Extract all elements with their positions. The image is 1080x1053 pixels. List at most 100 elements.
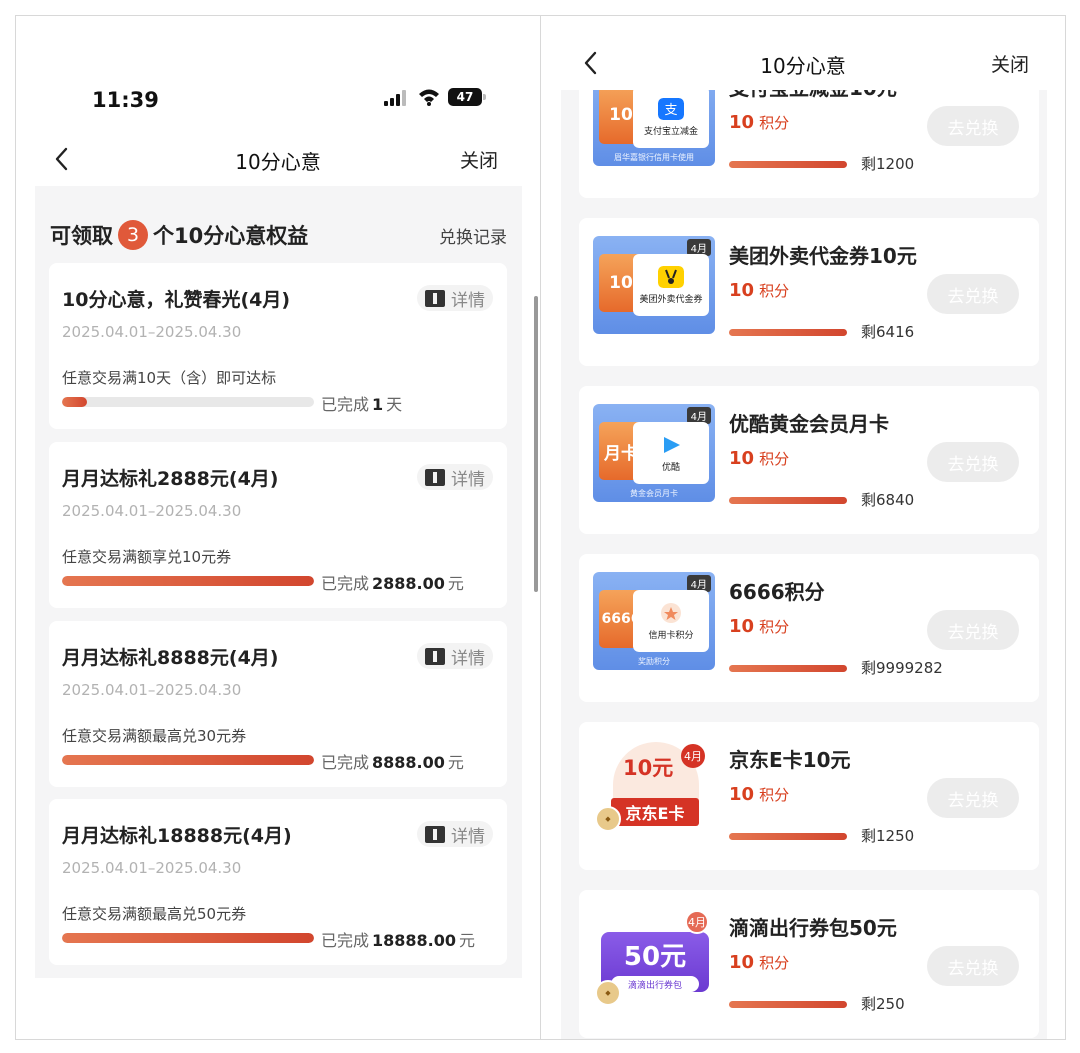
star-coin-icon — [661, 602, 681, 623]
stock-remaining: 剩250 — [861, 995, 905, 1013]
points-unit: 积分 — [759, 450, 790, 468]
gift-thumbnail: 50元 滴滴出行券包 4月 ◆ — [593, 908, 715, 1006]
redeem-button[interactable]: 去兑换 — [927, 442, 1019, 482]
points-value: 10 — [729, 952, 755, 973]
task-card[interactable]: 10分心意，礼赞春光(4月) 详情 2025.04.01–2025.04.30 … — [49, 263, 507, 429]
thumb-label: 美团外卖代金券 — [639, 294, 703, 305]
gift-card: 10 支 支付宝立减金 眉华嘉银行信用卡使用 支付宝立减金10元 10积分 剩1… — [579, 90, 1039, 198]
thumb-strip: 眉华嘉银行信用卡使用 — [614, 153, 694, 162]
gift-thumbnail: 10 支 支付宝立减金 眉华嘉银行信用卡使用 — [593, 90, 715, 166]
gift-card: 4月 10 美团外卖代金券 美团外卖代金券10元 10 积分 剩6416 去兑换 — [579, 218, 1039, 366]
gift-points: 10 积分 — [729, 952, 789, 973]
detail-button[interactable]: 详情 — [417, 464, 493, 490]
task-date-range: 2025.04.01–2025.04.30 — [62, 323, 242, 341]
status-bar: 11:39 47 — [16, 16, 540, 136]
detail-button[interactable]: 详情 — [417, 285, 493, 311]
task-progress-text: 已完成 2888.00 元 — [321, 570, 464, 594]
redeem-button[interactable]: 去兑换 — [927, 106, 1019, 146]
gift-thumbnail: 4月 月卡 优酷 黄金会员月卡 — [593, 404, 715, 502]
stock-remaining: 剩9999282 — [861, 659, 943, 677]
thumb-label: 优酷 — [661, 462, 680, 473]
alipay-icon: 支 — [658, 97, 684, 120]
gift-points: 10 积分 — [729, 616, 789, 637]
task-title: 月月达标礼8888元(4月) — [62, 647, 279, 669]
redeem-button[interactable]: 去兑换 — [927, 946, 1019, 986]
gift-points: 10 积分 — [729, 448, 789, 469]
task-progress-fill — [62, 397, 88, 407]
left-panel: 11:39 47 10分心意 关闭 可领取 3 个10分心意权益 兑换记录 10… — [16, 16, 540, 1039]
points-unit: 积分 — [759, 282, 790, 300]
task-title: 月月达标礼2888元(4月) — [62, 468, 279, 490]
book-icon — [425, 825, 445, 843]
meituan-icon — [658, 265, 684, 288]
gift-points: 10 积分 — [729, 112, 789, 133]
summary-suffix: 个10分心意权益 — [153, 224, 309, 248]
redeem-button[interactable]: 去兑换 — [927, 610, 1019, 650]
benefit-summary: 可领取 3 个10分心意权益 兑换记录 — [50, 220, 507, 250]
close-button[interactable]: 关闭 — [991, 50, 1029, 77]
stock-bar — [729, 497, 847, 504]
gift-list-area: 10 支 支付宝立减金 眉华嘉银行信用卡使用 支付宝立减金10元 10积分 剩1… — [561, 90, 1047, 1039]
points-value: 10 — [729, 280, 755, 301]
gift-name: 优酷黄金会员月卡 — [729, 412, 889, 436]
gift-points: 10 积分 — [729, 784, 789, 805]
stock-bar — [729, 161, 847, 168]
thumb-strip: 黄金会员月卡 — [630, 489, 678, 498]
close-button[interactable]: 关闭 — [460, 146, 498, 173]
medal-icon: ◆ — [595, 806, 621, 832]
status-icons: 47 — [384, 88, 486, 106]
task-date-range: 2025.04.01–2025.04.30 — [62, 681, 242, 699]
gift-thumbnail: 10元 4月 京东E卡 ◆ — [593, 740, 715, 838]
done-unit: 元 — [447, 574, 464, 593]
task-progress-text: 已完成 18888.00 元 — [321, 927, 475, 951]
task-progress-fill — [62, 755, 314, 765]
gift-name: 滴滴出行券包50元 — [729, 916, 897, 940]
medal-icon: ◆ — [595, 980, 621, 1006]
thumb-ticket: 支 支付宝立减金 — [633, 90, 709, 148]
thumb-label: 信用卡积分 — [648, 630, 694, 641]
stock-remaining: 剩1250 — [861, 827, 915, 845]
redeem-history-link[interactable]: 兑换记录 — [439, 223, 507, 248]
task-condition: 任意交易满额享兑10元券 — [62, 548, 232, 566]
thumb-label: 滴滴出行券包 — [611, 976, 699, 992]
detail-button[interactable]: 详情 — [417, 643, 493, 669]
points-unit: 积分 — [759, 786, 790, 804]
done-value: 2888.00 — [372, 574, 445, 593]
gift-points: 10 积分 — [729, 280, 789, 301]
scrollbar[interactable] — [534, 296, 538, 592]
task-progress-fill — [62, 576, 314, 586]
task-card[interactable]: 月月达标礼8888元(4月) 详情 2025.04.01–2025.04.30 … — [49, 621, 507, 787]
points-unit: 积分 — [759, 618, 790, 636]
redeem-button[interactable]: 去兑换 — [927, 778, 1019, 818]
detail-button[interactable]: 详情 — [417, 821, 493, 847]
gift-thumbnail: 4月 6666 信用卡积分 奖励积分 — [593, 572, 715, 670]
task-title: 10分心意，礼赞春光(4月) — [62, 289, 291, 311]
right-nav-bar: 10分心意 关闭 — [541, 44, 1065, 90]
points-value: 10 — [729, 112, 755, 133]
task-card[interactable]: 月月达标礼2888元(4月) 详情 2025.04.01–2025.04.30 … — [49, 442, 507, 608]
thumb-label: 支付宝立减金 — [643, 126, 698, 137]
page-title: 10分心意 — [760, 54, 846, 78]
points-value: 10 — [729, 448, 755, 469]
stock-bar — [729, 833, 847, 840]
stock-bar — [729, 329, 847, 336]
gift-card: 50元 滴滴出行券包 4月 ◆ 滴滴出行券包50元 10 积分 剩250 去兑换 — [579, 890, 1039, 1038]
stock-bar — [729, 1001, 847, 1008]
stock-remaining: 剩1200 — [861, 155, 915, 173]
task-title: 月月达标礼18888元(4月) — [62, 825, 292, 847]
done-value: 8888.00 — [372, 753, 445, 772]
summary-prefix: 可领取 — [50, 224, 113, 248]
task-date-range: 2025.04.01–2025.04.30 — [62, 859, 242, 877]
detail-label: 详情 — [451, 648, 485, 669]
task-condition: 任意交易满额最高兑50元券 — [62, 905, 247, 923]
points-unit: 积分 — [759, 954, 790, 972]
thumb-label: 京东E卡 — [611, 798, 699, 826]
youku-icon — [664, 436, 680, 453]
task-card[interactable]: 月月达标礼18888元(4月) 详情 2025.04.01–2025.04.30… — [49, 799, 507, 965]
redeem-button[interactable]: 去兑换 — [927, 274, 1019, 314]
thumb-strip: 奖励积分 — [638, 657, 670, 666]
month-badge: 4月 — [681, 744, 705, 768]
done-unit: 元 — [459, 931, 476, 950]
task-progress-text: 已完成 8888.00 元 — [321, 749, 464, 773]
done-unit: 元 — [447, 753, 464, 772]
